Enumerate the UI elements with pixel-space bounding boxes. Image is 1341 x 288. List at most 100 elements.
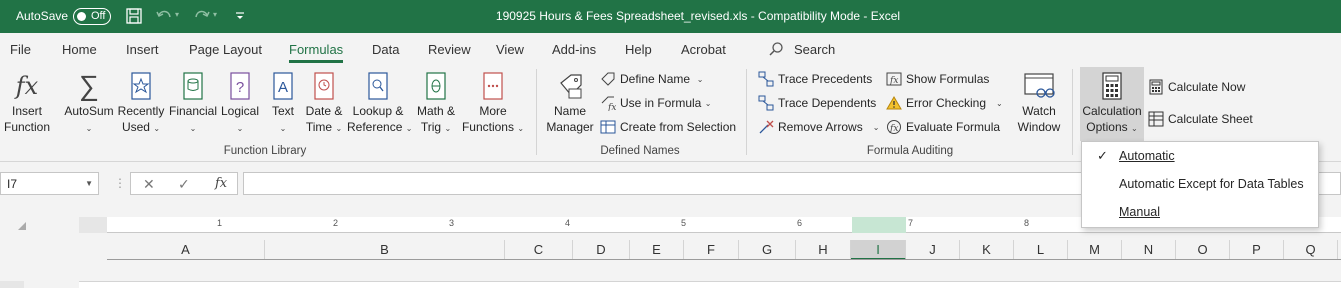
svg-text:fx: fx <box>889 76 898 86</box>
use-in-formula-icon: fx <box>601 96 616 111</box>
search-icon[interactable] <box>768 41 784 57</box>
calculation-options-button[interactable]: Calculation Options ⌄ <box>1080 71 1144 137</box>
text-book-icon: A <box>273 72 293 100</box>
remove-arrows-button[interactable]: Remove Arrows ⌄ <box>758 117 879 137</box>
ruler-number: 5 <box>681 218 687 228</box>
watch-window-button[interactable]: Watch Window <box>1012 71 1066 135</box>
ruler-number: 6 <box>797 218 803 228</box>
column-header-g[interactable]: G <box>739 240 796 260</box>
ruler-margin <box>79 217 107 233</box>
tab-home[interactable]: Home <box>62 42 97 57</box>
select-all-corner[interactable] <box>18 222 26 230</box>
column-header-m[interactable]: M <box>1068 240 1122 260</box>
column-header-d[interactable]: D <box>573 240 630 260</box>
tab-page-layout[interactable]: Page Layout <box>189 42 262 57</box>
evaluate-formula-button[interactable]: fx Evaluate Formula <box>886 117 1000 137</box>
trace-precedents-button[interactable]: Trace Precedents <box>758 69 872 89</box>
tab-add-ins[interactable]: Add-ins <box>552 42 596 57</box>
worksheet-page[interactable] <box>79 281 1341 288</box>
tab-view[interactable]: View <box>496 42 524 57</box>
recently-used-button[interactable]: Recently Used ⌄ <box>116 71 166 137</box>
formula-auditing-label: Formula Auditing <box>866 145 954 157</box>
group-separator <box>746 69 747 155</box>
financial-button[interactable]: Financial ⌄ <box>168 71 218 137</box>
ruler-selection-highlight <box>852 217 906 233</box>
cancel-icon[interactable]: ✕ <box>143 176 155 193</box>
name-box[interactable]: I7 ▼ <box>0 172 99 195</box>
enter-icon[interactable]: ✓ <box>178 176 190 193</box>
column-header-e[interactable]: E <box>630 240 684 260</box>
column-header-n[interactable]: N <box>1122 240 1176 260</box>
math-trig-button[interactable]: Math & Trig ⌄ <box>412 71 460 137</box>
worksheet-area <box>0 262 1341 288</box>
column-header-h[interactable]: H <box>796 240 851 260</box>
tab-help[interactable]: Help <box>625 42 652 57</box>
more-functions-button[interactable]: More Functions ⌄ <box>461 71 525 137</box>
title-bar: AutoSave Off ▾ ▾ 190925 Hours & Fees Spr… <box>0 0 1341 33</box>
show-formulas-button[interactable]: fx Show Formulas <box>886 69 989 89</box>
column-header-o[interactable]: O <box>1176 240 1230 260</box>
menu-item-manual[interactable]: Manual <box>1082 199 1320 225</box>
name-manager-button[interactable]: Name Manager <box>543 71 597 135</box>
theta-book-icon <box>426 72 446 100</box>
create-from-selection-button[interactable]: Create from Selection <box>600 117 736 137</box>
calculation-options-menu: ✓ Automatic Automatic Except for Data Ta… <box>1081 141 1319 228</box>
column-header-l[interactable]: L <box>1014 240 1068 260</box>
column-header-f[interactable]: F <box>684 240 739 260</box>
insert-function-icon[interactable]: fx <box>215 176 227 191</box>
window-title: 190925 Hours & Fees Spreadsheet_revised.… <box>495 9 901 23</box>
svg-text:?: ? <box>236 79 244 96</box>
ribbon-tabs: File Home Insert Page Layout Formulas Da… <box>0 33 1341 65</box>
column-header-i[interactable]: I <box>851 240 906 260</box>
trace-precedents-icon <box>758 71 774 87</box>
define-name-button[interactable]: Define Name ⌄ <box>600 69 703 89</box>
row-header-area <box>0 281 24 288</box>
header-border <box>107 259 1341 260</box>
text-button[interactable]: A Text ⌄ <box>266 71 300 137</box>
tab-acrobat[interactable]: Acrobat <box>681 42 726 57</box>
formula-bar-grip-icon: ⋮ <box>114 176 126 190</box>
calculate-now-icon <box>1149 79 1163 95</box>
search-box[interactable]: Search <box>794 42 835 57</box>
clock-book-icon <box>314 72 334 100</box>
lookup-reference-button[interactable]: Lookup & Reference ⌄ <box>347 71 412 137</box>
show-formulas-icon: fx <box>886 72 902 86</box>
warning-icon <box>886 96 902 110</box>
column-header-a[interactable]: A <box>107 240 265 260</box>
column-header-q[interactable]: Q <box>1284 240 1338 260</box>
date-time-button[interactable]: Date & Time ⌄ <box>302 71 346 137</box>
menu-item-automatic-except-data-tables[interactable]: Automatic Except for Data Tables <box>1082 171 1320 197</box>
ruler-number: 7 <box>908 218 914 228</box>
column-header-b[interactable]: B <box>265 240 505 260</box>
column-header-j[interactable]: J <box>906 240 960 260</box>
error-checking-button[interactable]: Error Checking ⌄ <box>886 93 1003 113</box>
group-separator <box>1072 69 1073 155</box>
ruler-number: 2 <box>333 218 339 228</box>
define-name-icon <box>601 72 615 86</box>
column-header-c[interactable]: C <box>505 240 573 260</box>
ruler-number: 1 <box>217 218 223 228</box>
tab-insert[interactable]: Insert <box>126 42 159 57</box>
logical-button[interactable]: ? Logical ⌄ <box>218 71 262 137</box>
tab-file[interactable]: File <box>10 42 31 57</box>
watch-window-icon <box>1024 73 1055 98</box>
menu-item-automatic[interactable]: ✓ Automatic <box>1082 143 1320 169</box>
name-box-dropdown-icon[interactable]: ▼ <box>85 179 93 188</box>
calculate-sheet-button[interactable]: Calculate Sheet <box>1148 109 1253 129</box>
tab-review[interactable]: Review <box>428 42 471 57</box>
trace-dependents-button[interactable]: Trace Dependents <box>758 93 876 113</box>
autosum-button[interactable]: ∑ AutoSum ⌄ <box>62 71 116 137</box>
svg-text:A: A <box>278 79 288 96</box>
tag-icon <box>560 74 582 99</box>
checkmark-icon: ✓ <box>1097 148 1108 163</box>
column-header-p[interactable]: P <box>1230 240 1284 260</box>
use-in-formula-button[interactable]: fx Use in Formula ⌄ <box>600 93 711 113</box>
ruler-number: 8 <box>1024 218 1030 228</box>
column-header-k[interactable]: K <box>960 240 1014 260</box>
insert-function-button[interactable]: fx Insert Function <box>2 71 52 135</box>
tab-data[interactable]: Data <box>372 42 399 57</box>
calculate-now-button[interactable]: Calculate Now <box>1148 77 1245 97</box>
trace-dependents-icon <box>758 95 774 111</box>
tab-formulas[interactable]: Formulas <box>289 42 344 63</box>
remove-arrows-icon <box>759 120 774 134</box>
